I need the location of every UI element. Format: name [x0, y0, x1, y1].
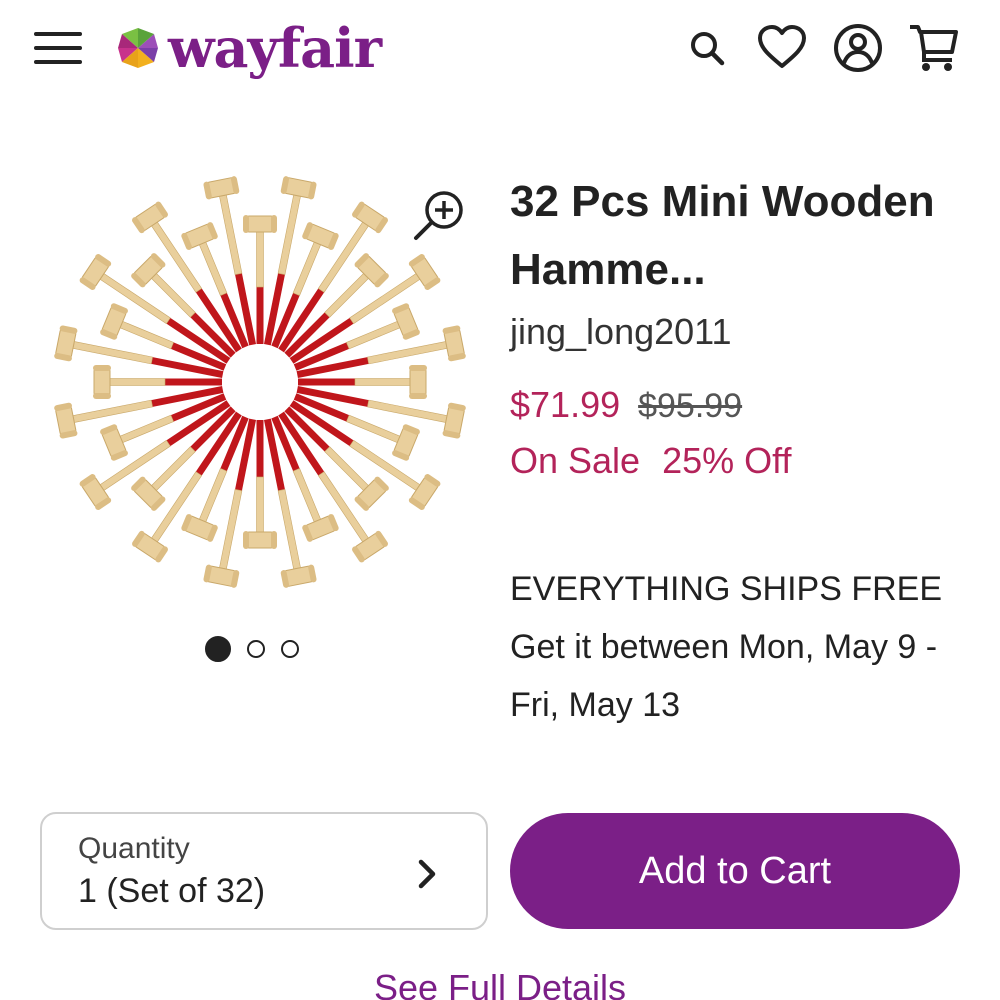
carousel-dot-3[interactable] — [281, 640, 299, 658]
top-navigation-bar: wayfair — [0, 0, 1000, 100]
product-page: wayfair 32 Pcs Mini Wooden Hamme... jing… — [0, 0, 1000, 1000]
product-title[interactable]: 32 Pcs Mini Wooden Hamme... — [510, 168, 980, 304]
image-carousel-indicator — [205, 636, 299, 662]
see-full-details-link[interactable]: See Full Details — [0, 966, 1000, 1000]
zoom-in-icon[interactable] — [410, 186, 470, 246]
cart-icon[interactable] — [906, 20, 962, 76]
shipping-info: EVERYTHING SHIPS FREE Get it between Mon… — [510, 560, 980, 734]
quantity-selector[interactable]: Quantity 1 (Set of 32) — [40, 812, 488, 930]
seller-name[interactable]: jing_long2011 — [510, 310, 980, 354]
hamburger-menu-icon[interactable] — [34, 28, 84, 68]
price-row: $71.99 $95.99 — [510, 384, 980, 426]
carousel-dot-1[interactable] — [205, 636, 231, 662]
quantity-label: Quantity — [78, 832, 190, 865]
delivery-estimate: Get it between Mon, May 9 - Fri, May 13 — [510, 628, 938, 724]
account-icon[interactable] — [830, 20, 886, 76]
sale-badge: On Sale — [510, 440, 641, 481]
sale-price: $71.99 — [510, 384, 621, 425]
sale-row: On Sale 25% Off — [510, 440, 980, 482]
heart-icon[interactable] — [754, 20, 810, 76]
free-shipping-headline: EVERYTHING SHIPS FREE — [510, 570, 943, 608]
carousel-dot-2[interactable] — [247, 640, 265, 658]
quantity-value: 1 (Set of 32) — [78, 872, 266, 910]
brand-wordmark: wayfair — [168, 16, 382, 80]
product-info: 32 Pcs Mini Wooden Hamme... jing_long201… — [510, 168, 980, 482]
chevron-right-icon — [412, 854, 442, 894]
original-price: $95.99 — [638, 387, 743, 425]
wayfair-pinwheel-icon — [118, 28, 158, 68]
add-to-cart-button[interactable]: Add to Cart — [510, 813, 960, 929]
search-icon[interactable] — [680, 20, 736, 76]
discount-badge: 25% Off — [662, 440, 792, 481]
wayfair-logo[interactable]: wayfair — [114, 10, 382, 86]
